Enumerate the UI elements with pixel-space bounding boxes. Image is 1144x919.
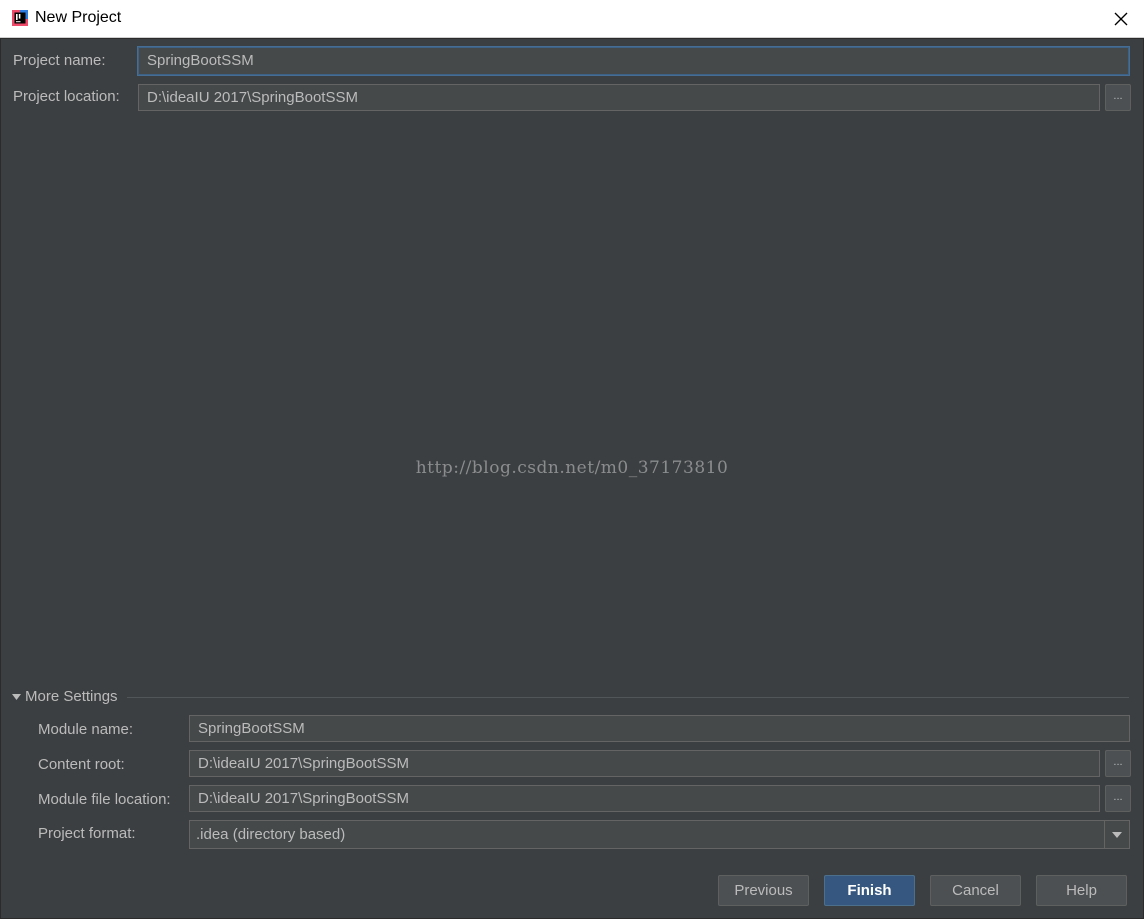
close-icon <box>1114 12 1128 25</box>
dropdown-arrow-icon <box>1112 831 1122 838</box>
title-bar: New Project <box>0 0 1144 38</box>
chevron-down-icon <box>12 694 21 701</box>
module-file-location-input[interactable]: D:\ideaIU 2017\SpringBootSSM <box>189 785 1100 812</box>
module-name-value: SpringBootSSM <box>198 720 305 737</box>
cancel-button[interactable]: Cancel <box>930 875 1021 906</box>
help-button[interactable]: Help <box>1036 875 1127 906</box>
project-format-dropdown-button[interactable] <box>1104 821 1129 848</box>
watermark-text: http://blog.csdn.net/m0_37173810 <box>415 458 729 478</box>
project-name-value: SpringBootSSM <box>147 52 254 69</box>
project-format-select[interactable]: .idea (directory based) <box>189 820 1130 849</box>
module-file-location-value: D:\ideaIU 2017\SpringBootSSM <box>198 790 409 807</box>
window-title: New Project <box>35 9 122 26</box>
content-root-value: D:\ideaIU 2017\SpringBootSSM <box>198 755 409 772</box>
project-format-label: Project format: <box>38 825 136 842</box>
module-name-input[interactable]: SpringBootSSM <box>189 715 1130 742</box>
project-location-value: D:\ideaIU 2017\SpringBootSSM <box>147 89 358 106</box>
project-location-label: Project location: <box>13 88 120 105</box>
intellij-idea-icon <box>12 10 28 26</box>
content-root-input[interactable]: D:\ideaIU 2017\SpringBootSSM <box>189 750 1100 777</box>
content-root-browse-button[interactable]: ... <box>1105 750 1131 777</box>
project-name-label: Project name: <box>13 52 106 69</box>
more-settings-toggle[interactable]: More Settings <box>12 688 118 705</box>
module-file-location-browse-button[interactable]: ... <box>1105 785 1131 812</box>
content-root-label: Content root: <box>38 756 125 773</box>
previous-button[interactable]: Previous <box>718 875 809 906</box>
module-name-label: Module name: <box>38 721 134 738</box>
module-file-location-label: Module file location: <box>38 791 171 808</box>
project-format-value: .idea (directory based) <box>196 826 346 843</box>
project-location-input[interactable]: D:\ideaIU 2017\SpringBootSSM <box>138 84 1100 111</box>
more-settings-separator <box>127 697 1129 698</box>
project-name-input[interactable]: SpringBootSSM <box>138 47 1129 75</box>
finish-button[interactable]: Finish <box>824 875 915 906</box>
project-location-browse-button[interactable]: ... <box>1105 84 1131 111</box>
close-button[interactable] <box>1098 0 1144 37</box>
more-settings-label: More Settings <box>25 688 118 705</box>
